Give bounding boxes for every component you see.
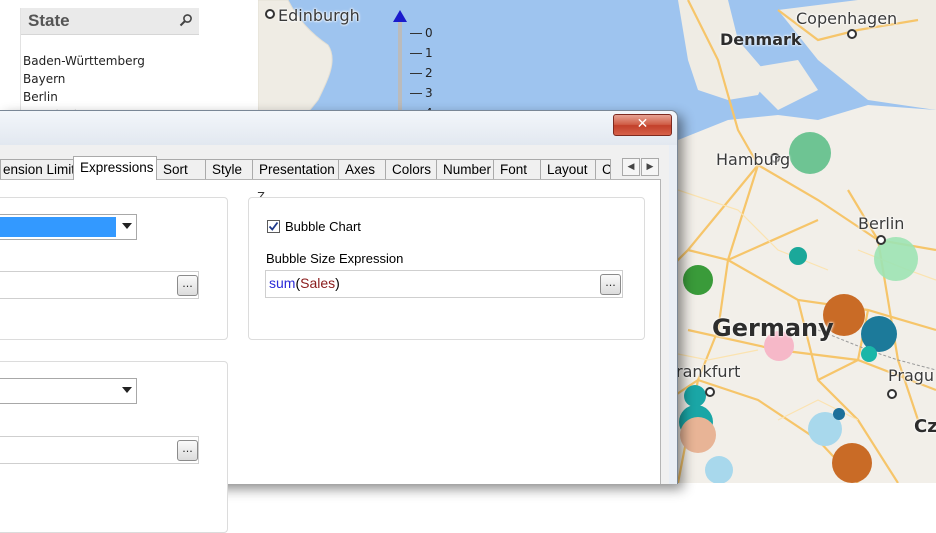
bubble-size-expression-label: Bubble Size Expression [266,251,404,266]
tab-sort[interactable]: Sort [156,159,206,179]
listbox-item[interactable]: Bayern [23,70,145,88]
bubble[interactable] [789,132,831,174]
bubble-size-edit-button[interactable]: ... [600,274,621,295]
city-label-edinburgh: Edinburgh [278,6,360,25]
dialog-titlebar[interactable]: ✕ [0,111,677,145]
close-button[interactable]: ✕ [613,114,672,136]
tab-dimension-limits[interactable]: ension Limits [0,159,74,179]
bubble-chart-checkbox[interactable] [267,220,280,233]
country-label-czech: Cz [914,416,936,437]
tab-expressions[interactable]: Expressions [73,156,157,180]
tab-scroll-buttons: ◀ ▶ [622,158,660,176]
tab-axes[interactable]: Axes [338,159,386,179]
bubble[interactable] [705,456,733,483]
tab-scroll-right-icon[interactable]: ▶ [641,158,659,176]
zoom-level-2[interactable]: 2 [410,66,433,80]
expression-field-2[interactable] [0,436,199,464]
listbox-header: State [21,8,199,35]
tab-font[interactable]: Font [493,159,541,179]
expression-edit-button-1[interactable]: ... [177,275,198,296]
expression-panel-1: ... [0,197,228,340]
zoom-level-3[interactable]: 3 [410,86,433,100]
dialog-client-area: ension Limits Expressions Sort Style Present… [0,145,669,533]
z-group: Bubble Chart Bubble Size Expression sum(… [248,197,645,340]
chevron-down-icon [122,223,132,229]
expression-panel-2: ... [0,361,228,533]
bubble-chart-label: Bubble Chart [285,219,361,234]
bubble[interactable] [789,247,807,265]
country-label-germany: Germany [712,314,834,342]
listbox-item[interactable]: Berlin [23,88,145,106]
city-label-berlin: Berlin [858,214,905,233]
zoom-level-0[interactable]: 0 [410,26,433,40]
close-icon: ✕ [636,116,649,132]
city-label-copenhagen: Copenhagen [796,9,898,28]
tab-strip: ension Limits Expressions Sort Style Present… [0,156,620,180]
chart-properties-dialog: ✕ ension Limits Expressions Sort Style Prese… [0,110,678,533]
country-label-denmark: Denmark [720,30,802,49]
bubble[interactable] [832,443,872,483]
city-label-prague: Pragu [888,366,935,385]
chevron-down-icon [122,387,132,393]
zoom-level-1[interactable]: 1 [410,46,433,60]
tab-presentation[interactable]: Presentation [252,159,339,179]
bubble[interactable] [684,385,706,407]
expression-dropdown-1[interactable] [0,214,137,240]
bubble[interactable] [680,417,716,453]
city-label-frankfurt: rankfurt [676,362,741,381]
expression-function: sum [269,275,296,291]
checkmark-icon [268,221,279,231]
tab-number[interactable]: Number [436,159,494,179]
expression-close-paren: ) [335,275,340,291]
listbox-item[interactable]: Baden-Württemberg [23,52,145,70]
dropdown-selection [0,217,116,237]
search-icon[interactable] [179,13,193,27]
tab-layout[interactable]: Layout [540,159,596,179]
tab-style[interactable]: Style [205,159,253,179]
bubble[interactable] [683,265,713,295]
expression-field-name: Sales [300,275,336,291]
city-label-hamburg: Hamburg [716,150,791,169]
bubble[interactable] [861,346,877,362]
tab-colors[interactable]: Colors [385,159,437,179]
expression-edit-button-2[interactable]: ... [177,440,198,461]
expression-field-1[interactable] [0,271,199,299]
tab-caption[interactable]: Ca [595,159,611,179]
expressions-page: ... ... Z Bubble Chart Bubble Size [0,179,661,533]
bubble-size-expression-field[interactable]: sum(Sales) [265,270,623,298]
bubble[interactable] [833,408,845,420]
tab-scroll-left-icon[interactable]: ◀ [622,158,640,176]
listbox-title: State [28,11,70,30]
expression-dropdown-2[interactable] [0,378,137,404]
